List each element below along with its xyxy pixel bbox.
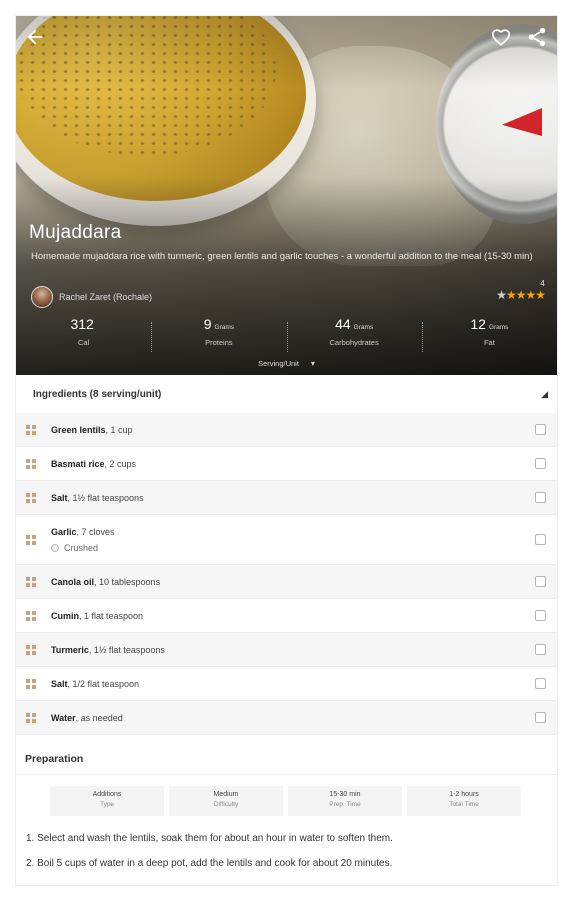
ingredient-checkbox[interactable] xyxy=(535,610,546,621)
collapse-icon[interactable]: ◢ xyxy=(541,389,548,400)
grid-icon[interactable] xyxy=(26,644,36,655)
nutrition-proteins: 9 Grams Proteins xyxy=(151,316,286,360)
list-item: Cumin, 1 flat teaspoon xyxy=(16,599,557,633)
back-arrow-icon[interactable] xyxy=(22,24,48,50)
ingredient-text: Water, as needed xyxy=(51,712,123,723)
ingredient-checkbox[interactable] xyxy=(535,534,546,545)
rating-count: 4 xyxy=(540,278,545,288)
nutrition-calories: 312 Cal xyxy=(70,316,94,347)
ingredient-text: Salt, 1½ flat teaspoons xyxy=(51,492,144,503)
info-chip-total-time: 1-2 hours Total Time xyxy=(407,786,521,816)
grid-icon[interactable] xyxy=(26,424,36,435)
grid-icon[interactable] xyxy=(26,534,36,545)
divider xyxy=(16,774,557,775)
recipe-title: Mujaddara xyxy=(29,222,122,243)
ingredients-header: Ingredients (8 serving/unit) ◢ xyxy=(16,375,557,413)
list-item: Turmeric, 1½ flat teaspoons xyxy=(16,633,557,667)
ingredient-text: Basmati rice, 2 cups xyxy=(51,458,137,469)
heart-icon[interactable] xyxy=(488,24,514,50)
list-item: Canola oil, 10 tablespoons xyxy=(16,565,557,599)
preparation-step: 2. Boil 5 cups of water in a deep pot, a… xyxy=(26,858,393,869)
rating[interactable]: 4 ★★★★★ xyxy=(496,278,546,302)
recipe-screen: Mujaddara Homemade mujaddara rice with t… xyxy=(16,16,557,885)
star-icon: ★ xyxy=(515,288,527,302)
serving-unit-label: Serving/Unit xyxy=(258,359,299,368)
preparation-title: Preparation xyxy=(25,753,84,765)
list-item: Salt, 1½ flat teaspoons xyxy=(16,481,557,515)
ingredient-checkbox[interactable] xyxy=(535,678,546,689)
recipe-description: Homemade mujaddara rice with turmeric, g… xyxy=(31,251,533,262)
ingredient-text: Cumin, 1 flat teaspoon xyxy=(51,610,144,621)
grid-icon[interactable] xyxy=(26,712,36,723)
ingredient-note: Crushed xyxy=(51,543,115,553)
preparation-info: Additions Type Medium Difficulty 15-30 min… xyxy=(50,786,526,816)
author[interactable]: Rachel Zaret (Rochale) xyxy=(31,286,152,308)
info-chip-prep-time: 15-30 min Prep. Time xyxy=(288,786,402,816)
info-chip-type: Additions Type xyxy=(50,786,164,816)
ingredient-checkbox[interactable] xyxy=(535,644,546,655)
star-icon: ★ xyxy=(525,288,536,302)
circle-icon xyxy=(51,543,59,552)
chevron-down-icon: ▾ xyxy=(310,359,315,368)
grid-icon[interactable] xyxy=(26,678,36,689)
list-item: Basmati rice, 2 cups xyxy=(16,447,557,481)
ingredient-text: Salt, 1/2 flat teaspoon xyxy=(51,678,140,689)
ingredients-list: Green lentils, 1 cup Basmati rice, 2 cup… xyxy=(16,413,557,735)
nutrition-bar: 312 Cal 9 Grams Proteins 44 Grams Carbohyd… xyxy=(16,316,557,360)
list-item: Water, as needed xyxy=(16,701,557,735)
ingredient-text: Green lentils, 1 cup xyxy=(51,424,133,435)
share-icon[interactable] xyxy=(524,24,550,50)
grid-icon[interactable] xyxy=(26,576,36,587)
nutrition-fat: 12 Grams Fat xyxy=(421,316,557,360)
ingredient-checkbox[interactable] xyxy=(535,576,546,587)
ingredient-checkbox[interactable] xyxy=(535,492,546,503)
ingredient-checkbox[interactable] xyxy=(535,424,546,435)
ingredient-text: Canola oil, 10 tablespoons xyxy=(51,576,161,587)
star-icon: ★ xyxy=(535,288,546,302)
grid-icon[interactable] xyxy=(26,610,36,621)
list-item: Salt, 1/2 flat teaspoon xyxy=(16,667,557,701)
rating-stars: ★★★★★ xyxy=(496,288,546,302)
star-icon: ★ xyxy=(505,288,517,302)
avatar[interactable] xyxy=(31,286,53,308)
star-icon: ★ xyxy=(496,288,507,302)
grid-icon[interactable] xyxy=(26,492,36,503)
ingredients-title: Ingredients (8 serving/unit) xyxy=(33,388,162,400)
author-name[interactable]: Rachel Zaret (Rochale) xyxy=(59,292,152,302)
ingredient-checkbox[interactable] xyxy=(535,458,546,469)
info-chip-difficulty: Medium Difficulty xyxy=(169,786,283,816)
list-item: Green lentils, 1 cup xyxy=(16,413,557,447)
ingredient-checkbox[interactable] xyxy=(535,712,546,723)
list-item: Garlic, 7 cloves Crushed xyxy=(16,515,557,565)
preparation-step: 1. Select and wash the lentils, soak the… xyxy=(26,833,393,844)
serving-unit-dropdown[interactable]: Serving/Unit ▾ xyxy=(16,359,557,368)
nutrition-carbohydrates: 44 Grams Carbohydrates xyxy=(286,316,422,360)
grid-icon[interactable] xyxy=(26,458,36,469)
hero-image: Mujaddara Homemade mujaddara rice with t… xyxy=(16,16,557,375)
ingredient-text: Garlic, 7 cloves xyxy=(51,526,115,537)
ingredient-text: Turmeric, 1½ flat teaspoons xyxy=(51,644,165,655)
